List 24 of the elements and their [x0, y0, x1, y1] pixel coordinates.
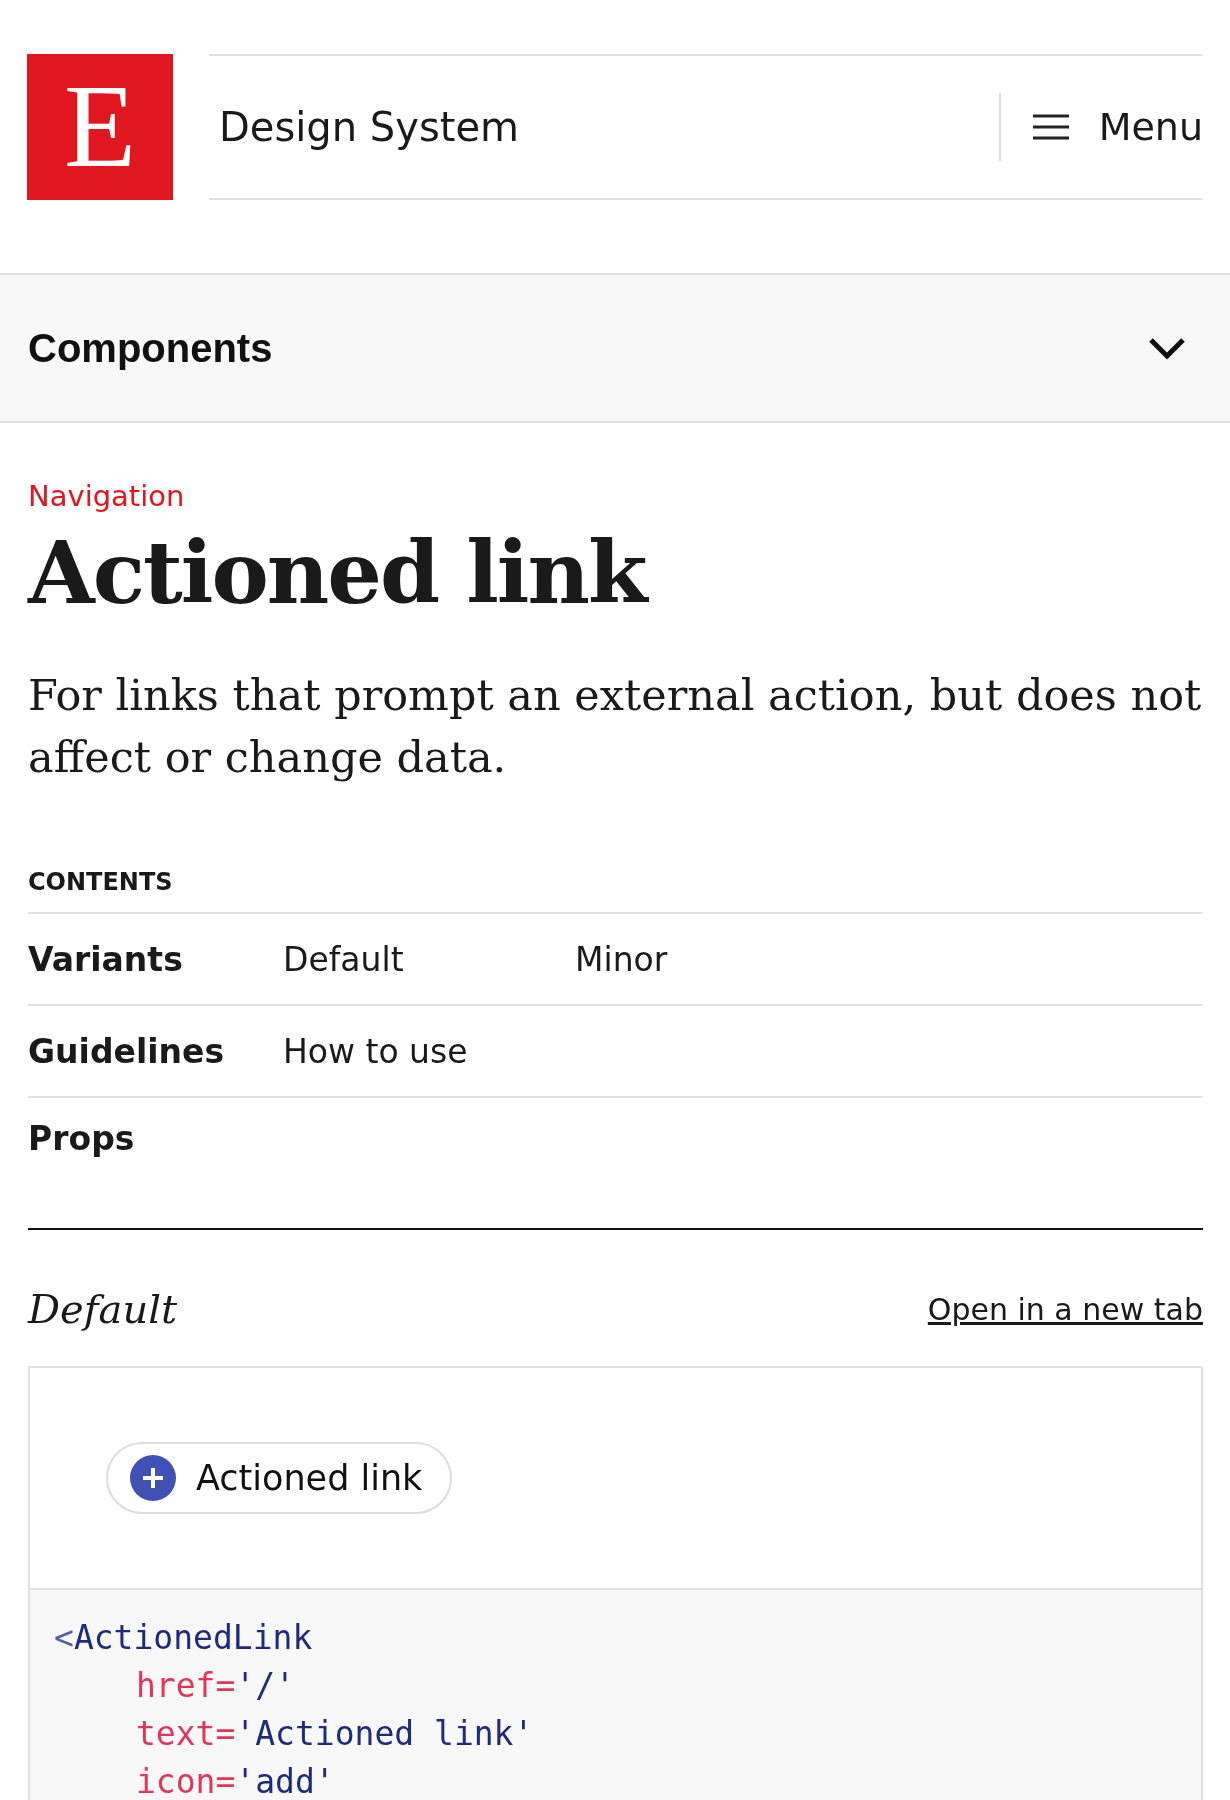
code-line: <ActionedLink	[54, 1617, 314, 1660]
plus-icon	[130, 1455, 176, 1502]
code-line: icon='add'	[135, 1761, 336, 1800]
example-title: Default	[28, 1286, 178, 1333]
contents-section-link[interactable]: Props	[28, 1118, 283, 1158]
chevron-icon	[1148, 336, 1186, 360]
code-line: text='Actioned link'	[135, 1713, 535, 1756]
components-dropdown[interactable]: Components	[0, 273, 1230, 423]
menu-button[interactable]: Menu	[1032, 104, 1203, 149]
page-title: Actioned link	[28, 521, 1203, 625]
menu-icon	[1032, 113, 1069, 140]
category-label: Navigation	[28, 479, 186, 513]
contents-section-link[interactable]: Guidelines	[28, 1031, 283, 1071]
site-title[interactable]: Design System	[219, 103, 999, 150]
page-description: For links that prompt an external action, but does not affect or change data.	[28, 669, 1203, 785]
contents-link[interactable]: How to use	[283, 1031, 575, 1071]
code-line: href='/'	[135, 1665, 296, 1708]
open-new-tab-link[interactable]: Open in a new tab	[927, 1291, 1203, 1327]
contents-section-link[interactable]: Variants	[28, 939, 283, 979]
actioned-link-button[interactable]: Actioned link	[106, 1442, 453, 1515]
contents-link[interactable]: Default	[283, 939, 575, 979]
contents-link[interactable]: Minor	[575, 939, 867, 979]
contents-heading: CONTENTS	[28, 868, 174, 899]
logo[interactable]: E	[27, 53, 173, 200]
